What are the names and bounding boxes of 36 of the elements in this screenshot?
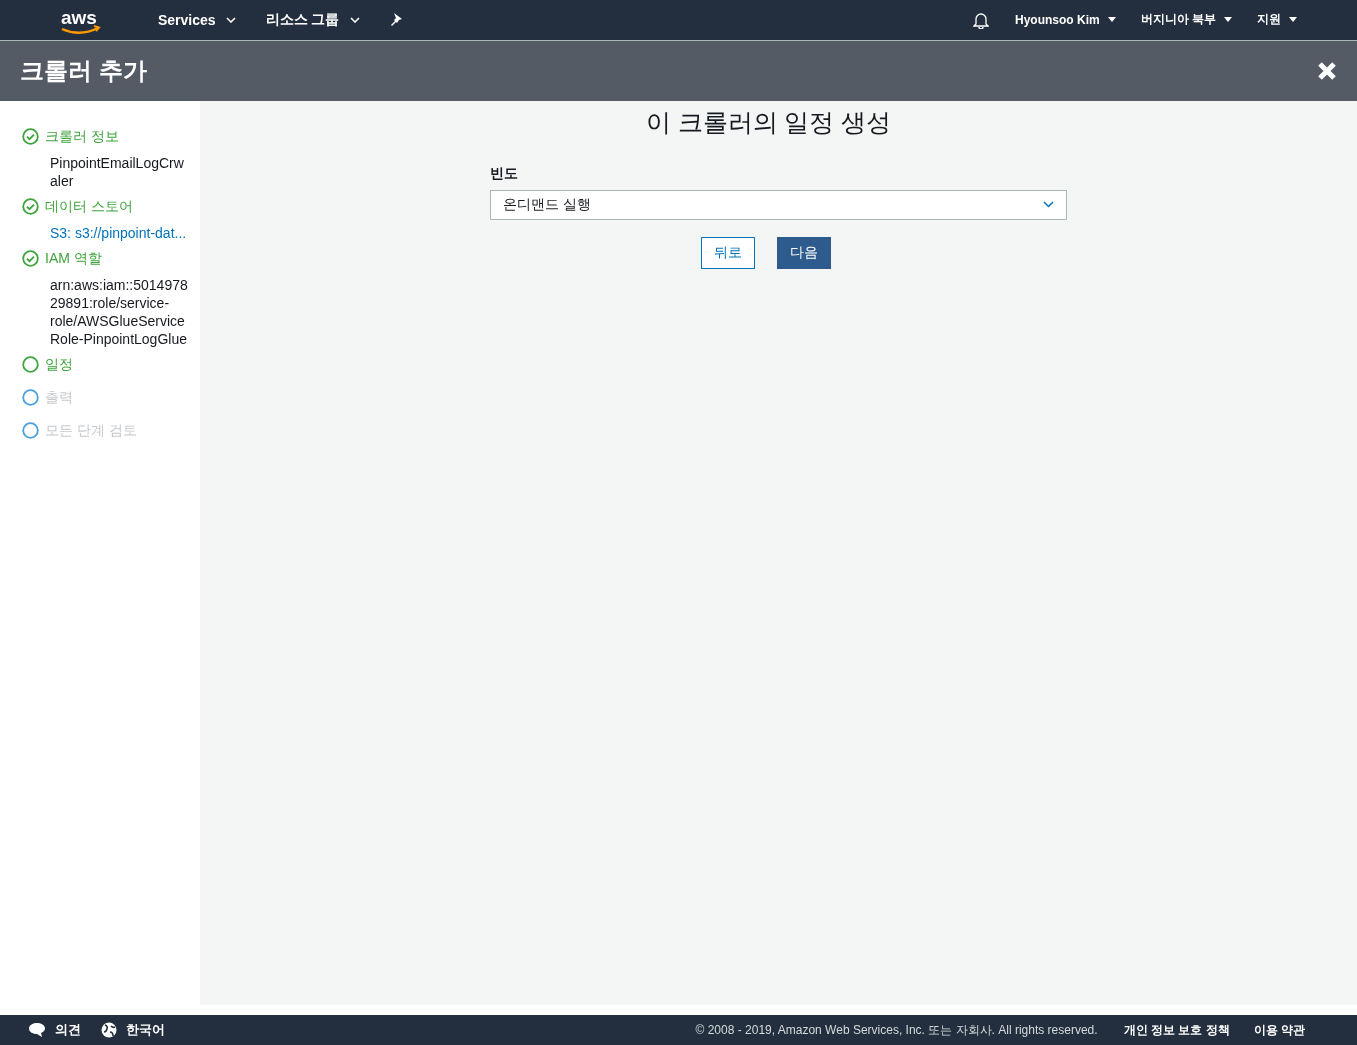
aws-logo[interactable]: aws xyxy=(60,7,102,37)
nav-menu[interactable]: 리소스 그룹 xyxy=(265,11,360,29)
caret-icon xyxy=(1107,17,1116,23)
chevron-down-icon xyxy=(225,17,236,23)
step-label: 데이터 스토어 xyxy=(45,197,133,216)
speech-bubble-icon xyxy=(28,1022,46,1038)
copyright-text: © 2008 - 2019, Amazon Web Services, Inc. 또는 자회사. All rights reserved. xyxy=(695,1021,1098,1039)
pin-icon[interactable] xyxy=(389,13,402,27)
footer-link[interactable]: 개인 정보 보호 정책 xyxy=(1123,1021,1230,1039)
nav-menu[interactable]: Hyounsoo Kim xyxy=(1015,13,1116,27)
footer-link[interactable]: 이용 약관 xyxy=(1253,1021,1305,1039)
form-title: 이 크롤러의 일정 생성 xyxy=(645,106,892,138)
step-label: 출력 xyxy=(45,388,73,407)
step-detail-link[interactable]: S3: s3://pinpoint-dat... xyxy=(50,223,190,242)
step-label: 일정 xyxy=(45,355,73,374)
nav-menu[interactable]: 버지니아 북부 xyxy=(1140,11,1232,29)
caret-icon xyxy=(1289,17,1297,23)
step-label: 크롤러 정보 xyxy=(45,127,119,146)
frequency-select[interactable]: 온디맨드 실행 xyxy=(490,189,1067,220)
page-title: 크롤러 추가 xyxy=(20,55,148,86)
chevron-down-icon xyxy=(349,17,360,23)
back-button[interactable]: 뒤로 xyxy=(701,236,755,269)
step-detail: PinpointEmailLogCrwaler xyxy=(50,153,185,190)
step-label: IAM 역할 xyxy=(45,249,102,268)
feedback-link[interactable]: 의견 xyxy=(55,1021,81,1039)
bell-icon[interactable] xyxy=(973,11,989,29)
chevron-down-icon xyxy=(1043,201,1054,209)
caret-icon xyxy=(1224,17,1232,23)
language-link[interactable]: 한국어 xyxy=(126,1021,165,1039)
field-label: 빈도 xyxy=(490,164,519,183)
nav-menu[interactable]: Services xyxy=(158,12,236,28)
nav-menu[interactable]: 지원 xyxy=(1257,11,1297,29)
step-detail: arn:aws:iam::501497829891:role/service-role/AWSGlueServiceRole-PinpointLogGlue xyxy=(50,275,189,348)
next-button[interactable]: 다음 xyxy=(777,236,831,269)
close-icon[interactable] xyxy=(1317,60,1337,81)
globe-icon xyxy=(101,1022,117,1038)
